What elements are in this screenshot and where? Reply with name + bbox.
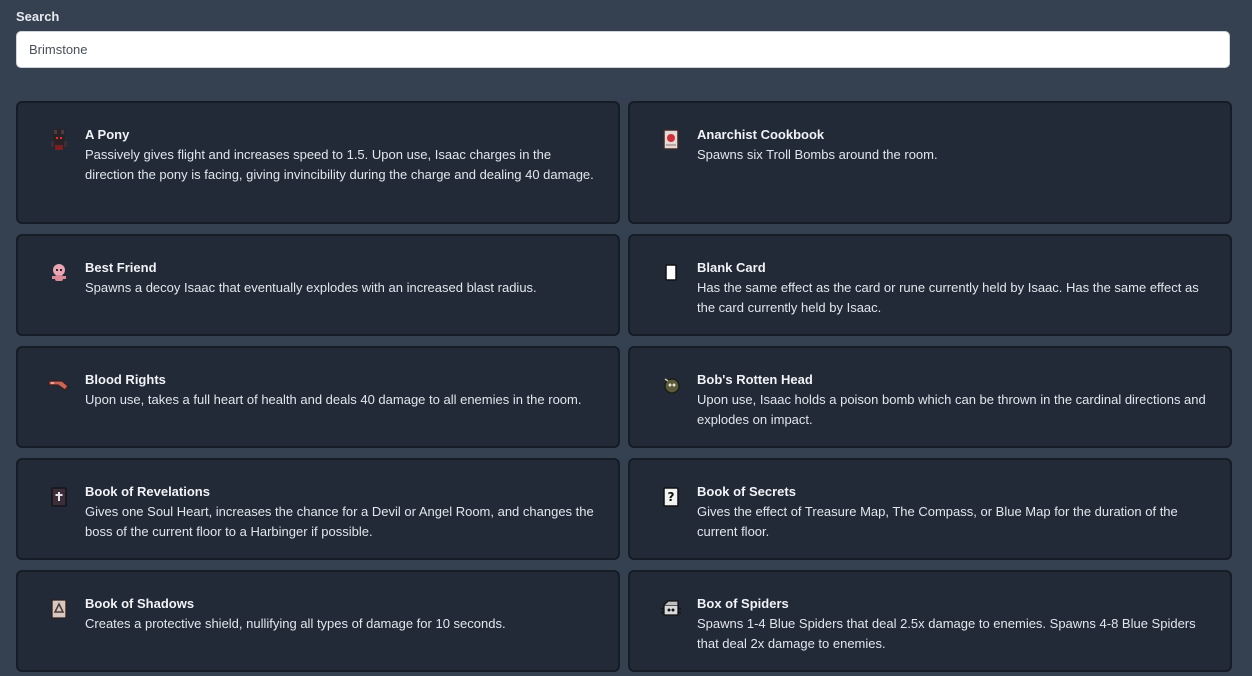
search-label: Search bbox=[16, 9, 60, 24]
book-revelations-icon bbox=[46, 484, 72, 510]
item-card[interactable]: Anarchist Cookbook Spawns six Troll Bomb… bbox=[628, 101, 1232, 224]
item-title: Box of Spiders bbox=[697, 596, 789, 611]
cookbook-icon bbox=[658, 127, 684, 153]
item-card[interactable]: Bob's Rotten Head Upon use, Isaac holds … bbox=[628, 346, 1232, 448]
pony-icon bbox=[46, 127, 72, 153]
book-secrets-icon: ? bbox=[658, 484, 684, 510]
item-card[interactable]: Box of Spiders Spawns 1-4 Blue Spiders t… bbox=[628, 570, 1232, 672]
item-description: Spawns a decoy Isaac that eventually exp… bbox=[85, 280, 537, 295]
svg-text:?: ? bbox=[668, 490, 675, 504]
book-shadows-icon bbox=[46, 596, 72, 622]
search-input[interactable] bbox=[16, 31, 1230, 68]
item-card[interactable]: Book of Shadows Creates a protective shi… bbox=[16, 570, 620, 672]
item-title: Best Friend bbox=[85, 260, 157, 275]
item-description: Spawns 1-4 Blue Spiders that deal 2.5x d… bbox=[697, 616, 1196, 651]
item-card[interactable]: Book of Revelations Gives one Soul Heart… bbox=[16, 458, 620, 560]
item-card[interactable]: A Pony Passively gives flight and increa… bbox=[16, 101, 620, 224]
item-description: Gives the effect of Treasure Map, The Co… bbox=[697, 504, 1178, 539]
item-description: Spawns six Troll Bombs around the room. bbox=[697, 147, 938, 162]
blank-card-icon bbox=[658, 260, 684, 286]
item-description: Creates a protective shield, nullifying … bbox=[85, 616, 506, 631]
item-description: Upon use, Isaac holds a poison bomb whic… bbox=[697, 392, 1206, 427]
item-card[interactable]: Blood Rights Upon use, takes a full hear… bbox=[16, 346, 620, 448]
item-description: Gives one Soul Heart, increases the chan… bbox=[85, 504, 594, 539]
spider-box-icon bbox=[658, 596, 684, 622]
item-card[interactable]: ? Book of Secrets Gives the effect of Tr… bbox=[628, 458, 1232, 560]
item-card[interactable]: Blank Card Has the same effect as the ca… bbox=[628, 234, 1232, 336]
item-title: Blank Card bbox=[697, 260, 766, 275]
item-card[interactable]: Best Friend Spawns a decoy Isaac that ev… bbox=[16, 234, 620, 336]
item-description: Passively gives flight and increases spe… bbox=[85, 147, 594, 182]
item-title: Bob's Rotten Head bbox=[697, 372, 813, 387]
item-description: Has the same effect as the card or rune … bbox=[697, 280, 1199, 315]
item-grid: A Pony Passively gives flight and increa… bbox=[16, 101, 1232, 672]
item-description: Upon use, takes a full heart of health a… bbox=[85, 392, 582, 407]
item-title: Book of Secrets bbox=[697, 484, 796, 499]
item-title: Book of Shadows bbox=[85, 596, 195, 611]
item-title: Blood Rights bbox=[85, 372, 166, 387]
item-title: A Pony bbox=[85, 127, 130, 142]
best-friend-icon bbox=[46, 260, 72, 286]
item-title: Anarchist Cookbook bbox=[697, 127, 825, 142]
item-title: Book of Revelations bbox=[85, 484, 210, 499]
rotten-head-icon bbox=[658, 372, 684, 398]
blood-rights-icon bbox=[46, 372, 72, 398]
